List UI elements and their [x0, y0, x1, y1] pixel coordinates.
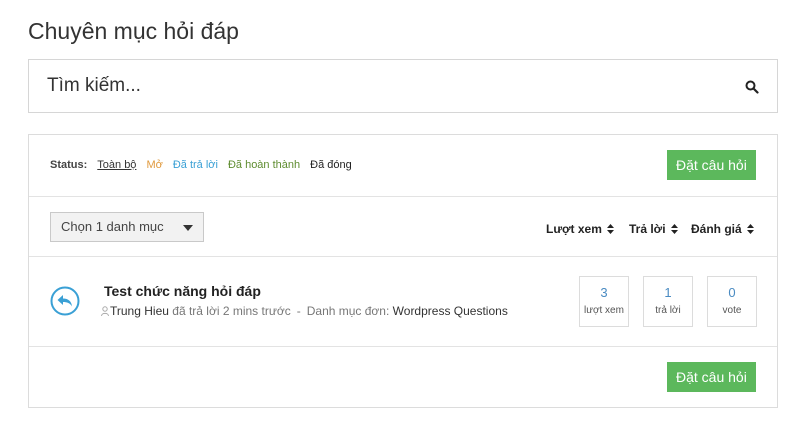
- status-label: Status:: [50, 159, 88, 171]
- status-filter-all[interactable]: Toàn bộ: [97, 159, 136, 171]
- status-filter-closed[interactable]: Đã đóng: [310, 159, 352, 171]
- chevron-down-icon: [183, 225, 193, 231]
- category-select[interactable]: Chọn 1 danh mục: [50, 212, 204, 242]
- question-author[interactable]: Trung Hieu: [110, 304, 169, 318]
- views-label: lượt xem: [584, 305, 624, 316]
- sort-answers-label: Trả lời: [629, 222, 666, 236]
- answers-count: 1: [664, 285, 672, 300]
- sort-votes-label: Đánh giá: [691, 222, 742, 236]
- status-bar: Status: Toàn bộ Mở Đã trả lời Đã hoàn th…: [29, 135, 777, 197]
- status-filter-answered[interactable]: Đã trả lời: [173, 159, 218, 171]
- answers-count-box: 1 trả lời: [643, 276, 693, 327]
- status-filter: Status: Toàn bộ Mở Đã trả lời Đã hoàn th…: [50, 159, 352, 171]
- meta-separator: -: [296, 304, 301, 318]
- avatar-icon: [101, 306, 109, 316]
- votes-count-box: 0 vote: [707, 276, 757, 327]
- question-category-label: Danh mục đơn:: [306, 304, 390, 318]
- views-count-box: 3 lượt xem: [579, 276, 629, 327]
- reply-icon: [50, 286, 80, 316]
- category-select-value: Chọn 1 danh mục: [61, 219, 164, 234]
- question-category[interactable]: Wordpress Questions: [393, 304, 508, 318]
- votes-count: 0: [728, 285, 736, 300]
- page-title: Chuyên mục hỏi đáp: [28, 18, 239, 44]
- sort-votes[interactable]: Đánh giá: [691, 222, 754, 236]
- status-filter-open[interactable]: Mở: [146, 159, 162, 171]
- search-box: [28, 59, 778, 113]
- panel-footer: Đặt câu hỏi: [29, 347, 777, 407]
- question-title[interactable]: Test chức năng hỏi đáp: [104, 283, 261, 299]
- sort-views-label: Lượt xem: [546, 222, 602, 236]
- sort-icon: [670, 224, 678, 234]
- views-count: 3: [600, 285, 608, 300]
- question-activity: đã trả lời 2 mins trước: [172, 304, 291, 318]
- search-icon[interactable]: [745, 80, 759, 94]
- answers-label: trả lời: [655, 305, 681, 316]
- filter-bar: Chọn 1 danh mục Lượt xem Trả lời Đánh gi…: [29, 197, 777, 257]
- sort-icon: [606, 224, 614, 234]
- sort-icon: [746, 224, 754, 234]
- status-filter-resolved[interactable]: Đã hoàn thành: [228, 159, 300, 171]
- sort-views[interactable]: Lượt xem: [546, 222, 614, 236]
- votes-label: vote: [722, 305, 742, 316]
- questions-panel: Status: Toàn bộ Mở Đã trả lời Đã hoàn th…: [28, 134, 778, 408]
- ask-question-button-top[interactable]: Đặt câu hỏi: [667, 150, 756, 180]
- ask-question-button-bottom[interactable]: Đặt câu hỏi: [667, 362, 756, 392]
- question-meta: Trung Hieu đã trả lời 2 mins trước - Dan…: [101, 304, 508, 318]
- search-input[interactable]: [29, 60, 777, 112]
- sort-answers[interactable]: Trả lời: [629, 222, 678, 236]
